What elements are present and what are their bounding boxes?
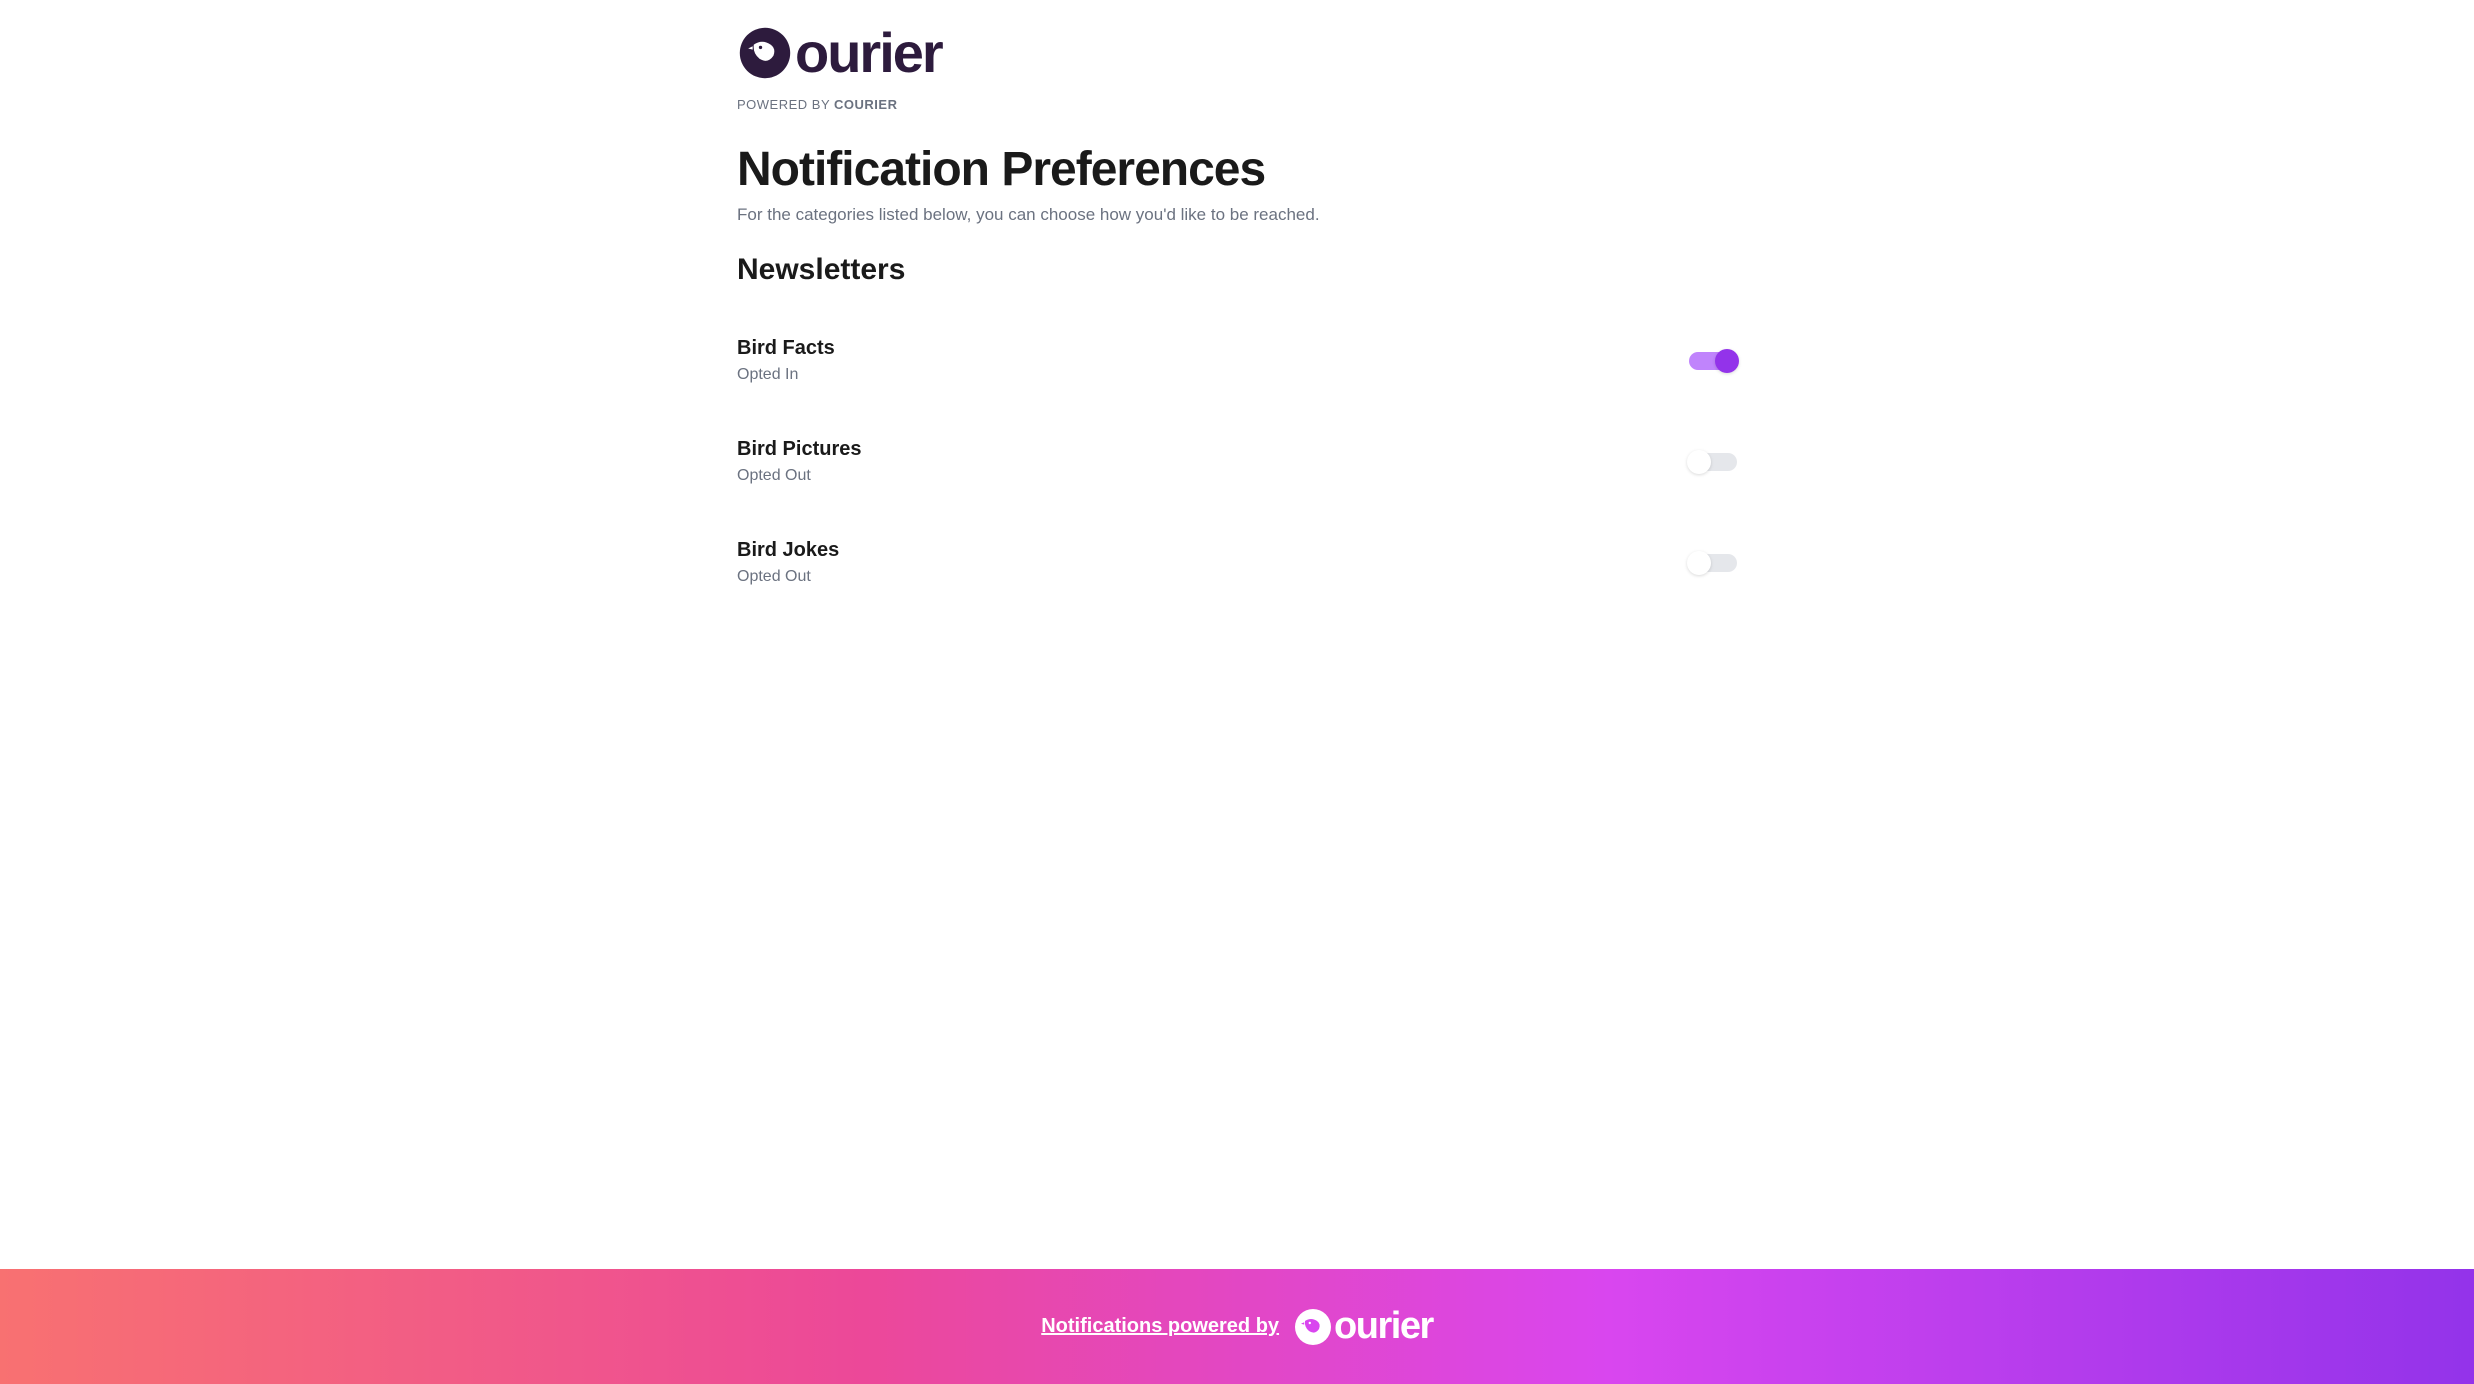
preference-title: Bird Pictures bbox=[737, 438, 1689, 461]
preference-row-bird-facts: Bird Facts Opted In bbox=[737, 319, 1737, 420]
toggle-knob bbox=[1687, 450, 1711, 474]
footer-logo: ourier bbox=[1293, 1305, 1433, 1348]
footer: Notifications powered by ourier bbox=[0, 1269, 2474, 1384]
preference-status: Opted Out bbox=[737, 568, 1689, 586]
toggle-knob bbox=[1715, 349, 1739, 373]
page-title: Notification Preferences bbox=[737, 142, 1737, 197]
toggle-bird-pictures[interactable] bbox=[1689, 453, 1737, 471]
logo-section: ourier POWERED BY COURIER bbox=[737, 20, 1737, 112]
powered-by-label: POWERED BY COURIER bbox=[737, 97, 1737, 112]
section-title: Newsletters bbox=[737, 253, 1737, 287]
brand-logo-text: ourier bbox=[795, 20, 942, 85]
preferences-list: Bird Facts Opted In Bird Pictures Opted … bbox=[737, 319, 1737, 622]
courier-bird-icon bbox=[1293, 1307, 1333, 1347]
preference-title: Bird Jokes bbox=[737, 539, 1689, 562]
footer-logo-text: ourier bbox=[1334, 1305, 1433, 1348]
page-subtitle: For the categories listed below, you can… bbox=[737, 205, 1737, 225]
preference-info: Bird Pictures Opted Out bbox=[737, 438, 1689, 485]
preference-row-bird-jokes: Bird Jokes Opted Out bbox=[737, 521, 1737, 622]
brand-logo: ourier bbox=[737, 20, 1737, 85]
powered-by-brand: COURIER bbox=[834, 97, 897, 112]
toggle-bird-jokes[interactable] bbox=[1689, 554, 1737, 572]
preference-row-bird-pictures: Bird Pictures Opted Out bbox=[737, 420, 1737, 521]
preference-status: Opted In bbox=[737, 366, 1689, 384]
courier-bird-icon bbox=[737, 25, 793, 81]
preference-title: Bird Facts bbox=[737, 337, 1689, 360]
preference-status: Opted Out bbox=[737, 467, 1689, 485]
powered-by-prefix: POWERED BY bbox=[737, 97, 834, 112]
toggle-knob bbox=[1687, 551, 1711, 575]
toggle-bird-facts[interactable] bbox=[1689, 352, 1737, 370]
footer-powered-by-link[interactable]: Notifications powered by bbox=[1041, 1315, 1279, 1338]
main-container: ourier POWERED BY COURIER Notification P… bbox=[697, 0, 1777, 1269]
preference-info: Bird Facts Opted In bbox=[737, 337, 1689, 384]
preference-info: Bird Jokes Opted Out bbox=[737, 539, 1689, 586]
